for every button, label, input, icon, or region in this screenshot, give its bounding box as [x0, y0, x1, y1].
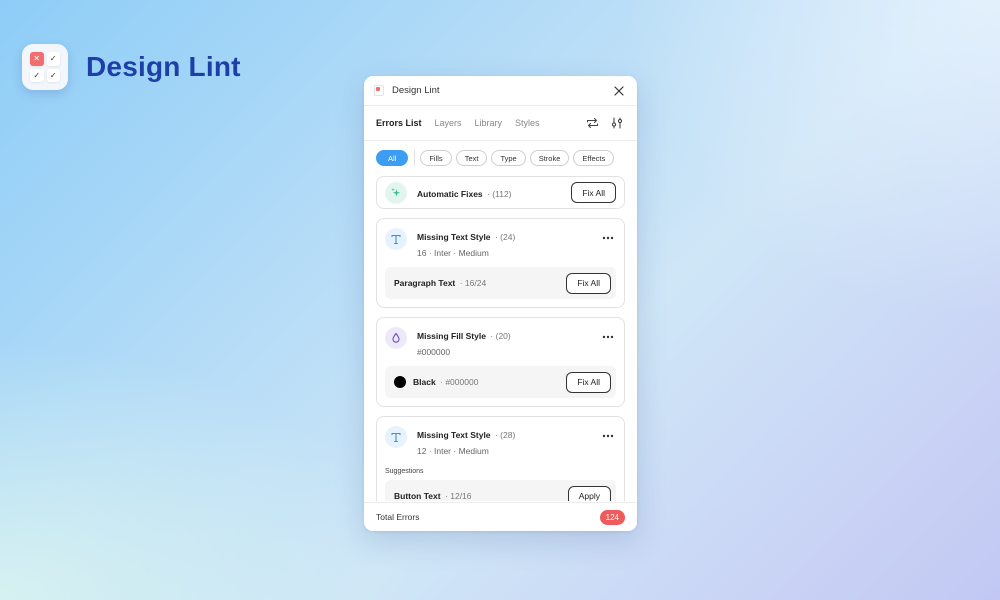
tab-bar: Errors List Layers Library Styles: [364, 106, 637, 141]
error-card: Missing Fill Style · (20) #000000 Black …: [376, 317, 625, 407]
footer-bar: Total Errors 124: [364, 502, 637, 531]
style-meta: · 12/16: [445, 491, 472, 501]
tab-styles[interactable]: Styles: [515, 118, 540, 128]
fix-all-button[interactable]: Fix All: [566, 272, 611, 294]
settings-button[interactable]: [609, 115, 625, 131]
style-fix-row: Paragraph Text · 16/24 Fix All: [385, 267, 616, 299]
filter-divider: [414, 150, 416, 166]
filter-all[interactable]: All: [376, 150, 409, 166]
error-card: Missing Text Style · (28) 12 · Inter · M…: [376, 416, 625, 501]
filter-stroke[interactable]: Stroke: [529, 150, 570, 166]
tab-layers[interactable]: Layers: [435, 118, 462, 128]
refresh-button[interactable]: [584, 115, 600, 131]
error-card: Missing Text Style · (24) 16 · Inter · M…: [376, 218, 625, 308]
tab-library[interactable]: Library: [475, 118, 503, 128]
error-count: · (28): [494, 430, 516, 440]
sparkle-icon: [385, 181, 407, 204]
error-title: Missing Fill Style: [417, 331, 486, 341]
app-icon: [374, 85, 384, 96]
filter-text[interactable]: Text: [455, 150, 488, 166]
error-subtitle: #000000: [417, 347, 451, 357]
filter-type[interactable]: Type: [491, 150, 526, 166]
design-lint-logo-icon: ✕ ✓ ✓ ✓: [22, 44, 68, 90]
style-name: Black: [413, 377, 436, 387]
error-count: · (20): [490, 331, 511, 341]
error-title: Missing Text Style: [417, 430, 491, 440]
close-icon: [614, 85, 624, 96]
automatic-fixes-title: Automatic Fixes: [417, 188, 483, 199]
window-title: Design Lint: [392, 85, 440, 96]
more-options-button[interactable]: [600, 329, 616, 345]
style-name: Button Text: [394, 491, 441, 501]
automatic-fixes-count: · (112): [487, 188, 512, 199]
logo-cross-icon: ✕: [30, 52, 44, 66]
error-title: Missing Text Style: [417, 232, 491, 242]
error-count: · (24): [494, 232, 516, 242]
logo-check-icon: ✓: [46, 68, 60, 82]
style-meta: · #000000: [440, 377, 479, 387]
fix-all-button[interactable]: Fix All: [571, 182, 616, 203]
filter-effects[interactable]: Effects: [573, 150, 615, 166]
window-titlebar: Design Lint: [364, 76, 637, 106]
suggestions-label: Suggestions: [385, 468, 424, 475]
more-horizontal-icon: [602, 434, 614, 438]
style-name: Paragraph Text: [394, 278, 456, 288]
text-type-icon: [385, 228, 407, 250]
apply-button[interactable]: Apply: [567, 485, 611, 501]
error-subtitle: 12 · Inter · Medium: [417, 446, 489, 456]
automatic-fixes-card: Automatic Fixes · (112) Fix All: [376, 176, 625, 209]
logo-check-icon: ✓: [30, 68, 44, 82]
total-errors-label: Total Errors: [376, 512, 420, 522]
close-button[interactable]: [611, 83, 627, 99]
refresh-icon: [586, 117, 598, 129]
errors-list[interactable]: Automatic Fixes · (112) Fix All Missing …: [364, 176, 637, 501]
logo-check-icon: ✓: [46, 52, 60, 66]
filter-bar: All Fills Text Type Stroke Effects: [364, 141, 637, 175]
style-fix-row: Black · #000000 Fix All: [385, 366, 616, 398]
plugin-panel: Design Lint Errors List Layers Library S…: [364, 76, 637, 531]
more-horizontal-icon: [602, 335, 614, 339]
more-horizontal-icon: [602, 236, 614, 240]
text-type-icon: [385, 426, 407, 448]
sliders-icon: [611, 117, 623, 129]
fix-all-button[interactable]: Fix All: [566, 371, 611, 393]
more-options-button[interactable]: [600, 230, 616, 246]
style-meta: · 16/24: [459, 278, 487, 288]
brand-header: ✕ ✓ ✓ ✓ Design Lint: [22, 44, 241, 90]
total-errors-badge: 124: [599, 509, 625, 525]
tab-errors-list[interactable]: Errors List: [376, 118, 422, 128]
brand-title: Design Lint: [86, 51, 241, 82]
error-subtitle: 16 · Inter · Medium: [417, 248, 489, 258]
suggestion-row: Button Text · 12/16 Apply: [385, 480, 616, 501]
color-swatch: [394, 376, 406, 388]
filter-fills[interactable]: Fills: [420, 150, 452, 166]
droplet-icon: [385, 327, 407, 349]
more-options-button[interactable]: [600, 428, 616, 444]
